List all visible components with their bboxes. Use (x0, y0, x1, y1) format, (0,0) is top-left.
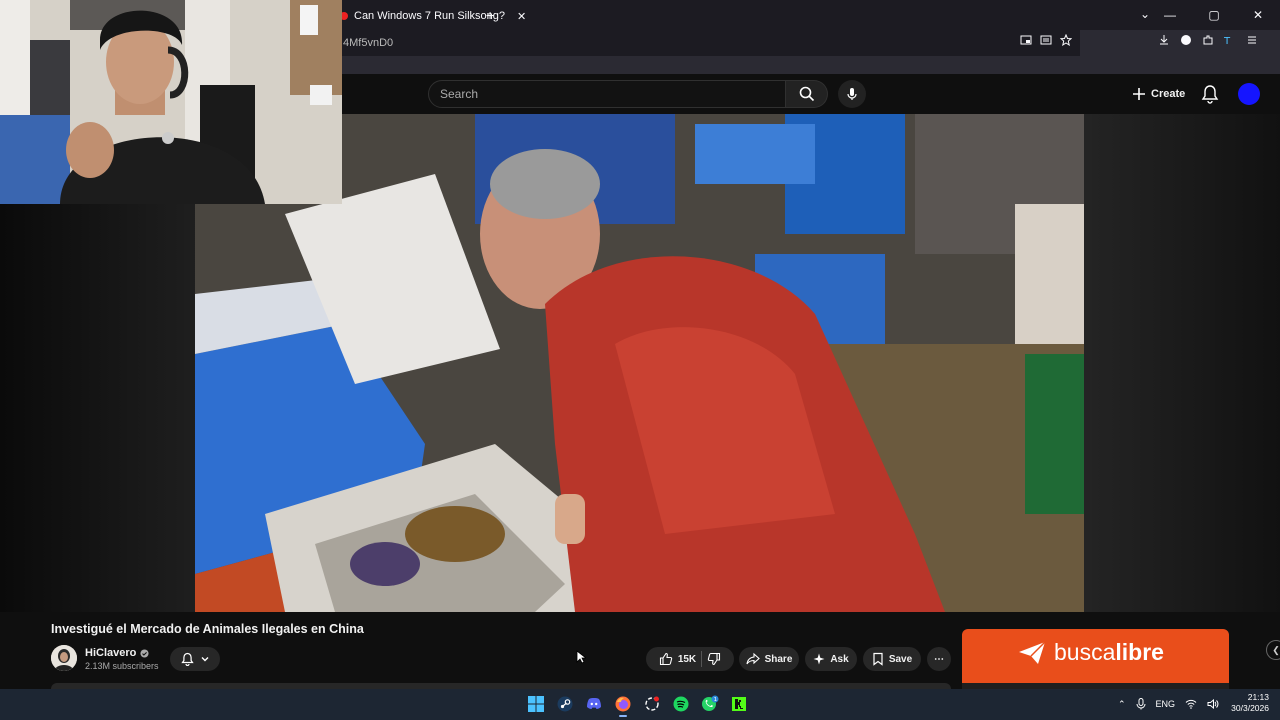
subscriber-count: 2.13M subscribers (85, 661, 159, 671)
ad-brand-bold: libre (1115, 639, 1164, 665)
ad-brand-regular: busca (1054, 639, 1116, 665)
svg-text:T: T (1224, 36, 1231, 46)
ad-brand-logo: buscalibre (1018, 639, 1164, 666)
wifi-icon[interactable] (1185, 699, 1197, 709)
translate-extension-icon[interactable]: T (1224, 34, 1236, 46)
clock-time: 21:13 (1247, 692, 1269, 702)
search-placeholder: Search (440, 87, 479, 101)
menu-hamburger-icon[interactable] (1246, 34, 1258, 46)
tab-close-button[interactable]: ✕ (517, 10, 526, 23)
like-count[interactable]: 15K (678, 654, 696, 665)
url-bar-icons (1020, 34, 1072, 46)
close-window-button[interactable]: ✕ (1236, 0, 1280, 30)
chatgpt-icon[interactable] (640, 691, 664, 717)
clock-date: 30/3/2026 (1231, 703, 1269, 713)
volume-icon[interactable] (1207, 699, 1219, 709)
whatsapp-icon[interactable]: 1 (698, 691, 722, 717)
firefox-icon[interactable] (611, 691, 635, 717)
maximize-button[interactable]: ▢ (1192, 0, 1236, 30)
like-dislike-group: 15K (646, 647, 734, 671)
kick-icon[interactable] (727, 691, 751, 717)
verified-check-icon (140, 648, 149, 658)
taskbar-clock[interactable]: 21:13 30/3/2026 (1225, 692, 1269, 714)
account-icon[interactable] (1180, 34, 1192, 46)
new-tab-button[interactable]: + (486, 7, 494, 23)
extensions-icon[interactable] (1202, 34, 1214, 46)
search-icon (799, 86, 814, 102)
thumbs-up-icon[interactable] (659, 652, 673, 666)
voice-search-button[interactable] (838, 80, 866, 108)
browser-tab[interactable]: Can Windows 7 Run Silksong? ✕ (340, 4, 526, 28)
bookmark-icon (873, 652, 883, 666)
streamer-webcam-image (0, 0, 342, 204)
subscribed-notification-button[interactable] (170, 647, 220, 671)
url-text: 4Mf5vnD0 (343, 37, 394, 49)
windows-start-icon[interactable] (524, 691, 548, 717)
window-controls: — ▢ ✕ (1148, 0, 1280, 30)
more-actions-button[interactable]: ⋯ (927, 647, 951, 671)
share-button[interactable]: Share (739, 647, 799, 671)
thumbs-down-icon[interactable] (707, 652, 721, 666)
minimize-button[interactable]: — (1148, 0, 1192, 30)
taskbar-apps: 1 (524, 691, 751, 717)
video-title: Investigué el Mercado de Animales Ilegal… (51, 622, 364, 636)
chevron-down-icon (201, 657, 208, 662)
sparkle-icon (813, 653, 825, 665)
save-label: Save (888, 653, 913, 665)
channel-avatar[interactable] (51, 645, 77, 671)
channel-name-text: HiClavero (85, 647, 137, 659)
sponsored-ad-banner[interactable]: buscalibre (962, 629, 1229, 689)
tab-title: Can Windows 7 Run Silksong? (354, 10, 506, 22)
system-tray: ⌃ ENG (1118, 691, 1219, 717)
show-hidden-icons-chevron-icon[interactable]: ⌃ (1118, 699, 1126, 710)
discord-icon[interactable] (582, 691, 606, 717)
steam-icon[interactable] (553, 691, 577, 717)
ask-button[interactable]: Ask (805, 647, 857, 671)
channel-name[interactable]: HiClavero (85, 647, 149, 659)
url-bar[interactable]: 4Mf5vnD0 (340, 30, 1080, 56)
share-label: Share (764, 653, 793, 665)
language-indicator[interactable]: ENG (1156, 699, 1176, 709)
user-avatar[interactable] (1238, 83, 1260, 105)
scroll-right-arrow-icon[interactable]: ❮ (1266, 640, 1280, 660)
create-button[interactable]: Create (1132, 82, 1185, 106)
reader-view-icon[interactable] (1040, 34, 1052, 46)
spotify-icon[interactable] (669, 691, 693, 717)
bookmark-star-icon[interactable] (1060, 34, 1072, 46)
mouse-cursor-icon (576, 650, 586, 664)
search-input[interactable]: Search (428, 80, 786, 108)
downloads-icon[interactable] (1158, 34, 1170, 46)
webcam-overlay (0, 0, 342, 204)
channel-avatar-image (51, 645, 77, 671)
ask-label: Ask (830, 653, 849, 665)
like-divider (701, 651, 703, 667)
picture-in-picture-icon[interactable] (1020, 34, 1032, 46)
bell-icon (180, 652, 194, 666)
save-button[interactable]: Save (863, 647, 921, 671)
share-arrow-icon (746, 652, 760, 665)
toolbar-icons: T (1158, 34, 1258, 46)
create-label: Create (1151, 88, 1186, 100)
microphone-icon (847, 88, 857, 100)
whatsapp-badge: 1 (714, 697, 718, 703)
microphone-tray-icon[interactable] (1136, 698, 1146, 710)
search-button[interactable] (786, 80, 828, 108)
paper-plane-icon (1019, 640, 1046, 664)
plus-icon (1133, 88, 1145, 100)
notifications-bell-icon[interactable] (1201, 84, 1219, 104)
